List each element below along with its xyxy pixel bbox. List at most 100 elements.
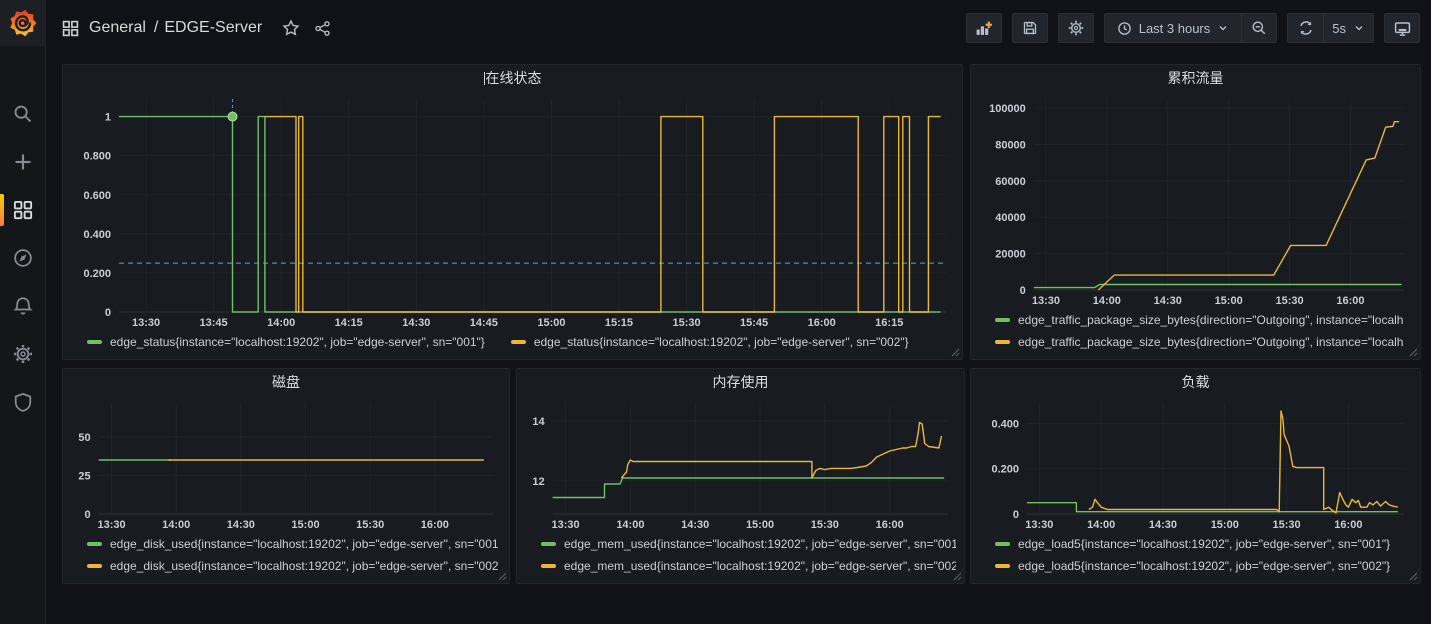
legend-label: edge_status{instance="localhost:19202", … xyxy=(534,335,909,349)
save-icon xyxy=(1022,20,1038,36)
svg-text:13:30: 13:30 xyxy=(97,519,125,531)
svg-text:14:45: 14:45 xyxy=(470,317,498,329)
refresh-button[interactable] xyxy=(1287,13,1323,43)
svg-text:15:30: 15:30 xyxy=(1273,519,1301,531)
svg-text:14:00: 14:00 xyxy=(1087,519,1115,531)
panel-resize-handle[interactable] xyxy=(1409,348,1418,357)
share-dashboard-button[interactable] xyxy=(314,20,331,37)
svg-text:15:30: 15:30 xyxy=(1275,295,1303,307)
legend: edge_traffic_package_size_bytes{directio… xyxy=(979,309,1412,353)
text-cursor xyxy=(484,72,485,85)
svg-text:13:30: 13:30 xyxy=(1025,519,1053,531)
legend-item[interactable]: edge_traffic_package_size_bytes{directio… xyxy=(995,335,1403,349)
panel-title[interactable]: 内存使用 xyxy=(525,369,956,395)
svg-text:13:30: 13:30 xyxy=(1032,295,1060,307)
svg-text:16:00: 16:00 xyxy=(808,317,836,329)
svg-text:15:30: 15:30 xyxy=(672,317,700,329)
panel-title[interactable]: 累积流量 xyxy=(979,65,1412,91)
legend-item[interactable]: edge_status{instance="localhost:19202", … xyxy=(511,335,909,349)
svg-text:16:00: 16:00 xyxy=(421,519,449,531)
svg-text:0.600: 0.600 xyxy=(83,190,111,202)
dashboard-settings-button[interactable] xyxy=(1058,13,1094,43)
svg-text:16:00: 16:00 xyxy=(1334,519,1362,531)
sidebar-item-alerting[interactable] xyxy=(0,282,45,330)
panel-title[interactable]: 负载 xyxy=(979,369,1412,395)
svg-text:14:00: 14:00 xyxy=(267,317,295,329)
grafana-app: General / EDGE-Server xyxy=(0,0,1431,624)
legend-item[interactable]: edge_disk_used{instance="localhost:19202… xyxy=(87,537,499,551)
timeseries-chart[interactable]: 13:3014:0014:3015:0015:3016:0000.2000.40… xyxy=(979,395,1412,533)
zoom-out-time-button[interactable] xyxy=(1241,13,1277,43)
svg-text:50: 50 xyxy=(78,432,90,444)
svg-text:15:00: 15:00 xyxy=(746,519,774,531)
legend: edge_status{instance="localhost:19202", … xyxy=(71,331,954,353)
panel-resize-handle[interactable] xyxy=(953,572,962,581)
legend-label: edge_disk_used{instance="localhost:19202… xyxy=(110,559,499,573)
series-color-swatch xyxy=(541,564,556,568)
sidebar-item-search[interactable] xyxy=(0,90,45,138)
panel-resize-handle[interactable] xyxy=(1409,572,1418,581)
legend-label: edge_traffic_package_size_bytes{directio… xyxy=(1018,335,1403,349)
svg-text:16:00: 16:00 xyxy=(876,519,904,531)
series-color-swatch xyxy=(995,564,1010,568)
legend-item[interactable]: edge_status{instance="localhost:19202", … xyxy=(87,335,485,349)
svg-text:15:00: 15:00 xyxy=(291,519,319,531)
legend-label: edge_disk_used{instance="localhost:19202… xyxy=(110,537,499,551)
time-range-picker[interactable]: Last 3 hours xyxy=(1104,13,1242,43)
refresh-group: 5s xyxy=(1287,13,1374,43)
panel-title[interactable]: 在线状态 xyxy=(71,65,954,91)
svg-text:13:45: 13:45 xyxy=(200,317,228,329)
panel-online-status: 在线状态 13:3013:4514:0014:1514:3014:4515:00… xyxy=(62,64,963,360)
active-indicator xyxy=(0,194,4,226)
legend-label: edge_load5{instance="localhost:19202", j… xyxy=(1018,559,1390,573)
series-color-swatch xyxy=(87,564,102,568)
refresh-icon xyxy=(1298,20,1314,36)
refresh-interval-picker[interactable]: 5s xyxy=(1323,13,1374,43)
svg-text:0: 0 xyxy=(84,509,90,521)
clock-icon xyxy=(1117,21,1132,36)
legend-label: edge_status{instance="localhost:19202", … xyxy=(110,335,485,349)
legend-item[interactable]: edge_mem_used{instance="localhost:19202"… xyxy=(541,537,956,551)
monitor-icon xyxy=(1394,20,1411,37)
legend: edge_disk_used{instance="localhost:19202… xyxy=(71,533,501,577)
add-panel-button[interactable] xyxy=(966,13,1002,43)
svg-text:14:15: 14:15 xyxy=(335,317,363,329)
timeseries-chart[interactable]: 13:3014:0014:3015:0015:3016:0002550 xyxy=(71,395,501,533)
cycle-view-mode-button[interactable] xyxy=(1384,13,1420,43)
grafana-logo[interactable] xyxy=(0,0,46,46)
svg-text:20000: 20000 xyxy=(995,249,1026,261)
time-range-label: Last 3 hours xyxy=(1139,21,1211,36)
svg-text:40000: 40000 xyxy=(995,212,1026,224)
legend-item[interactable]: edge_load5{instance="localhost:19202", j… xyxy=(995,559,1390,573)
legend-item[interactable]: edge_disk_used{instance="localhost:19202… xyxy=(87,559,499,573)
timeseries-chart[interactable]: 13:3014:0014:3015:0015:3016:000200004000… xyxy=(979,91,1412,309)
series-color-swatch xyxy=(995,340,1010,344)
sidebar-item-dashboards[interactable] xyxy=(0,186,45,234)
save-dashboard-button[interactable] xyxy=(1012,13,1048,43)
panel-resize-handle[interactable] xyxy=(951,348,960,357)
legend-item[interactable]: edge_load5{instance="localhost:19202", j… xyxy=(995,537,1390,551)
series-color-swatch xyxy=(995,318,1010,322)
svg-text:60000: 60000 xyxy=(995,176,1026,188)
sidebar-item-server-admin[interactable] xyxy=(0,378,45,426)
timeseries-chart[interactable]: 13:3013:4514:0014:1514:3014:4515:0015:15… xyxy=(71,91,954,331)
top-nav: General / EDGE-Server xyxy=(46,0,1431,56)
legend-item[interactable]: edge_mem_used{instance="localhost:19202"… xyxy=(541,559,956,573)
svg-text:0.200: 0.200 xyxy=(991,464,1019,476)
svg-text:0.200: 0.200 xyxy=(83,268,111,280)
series-color-swatch xyxy=(995,542,1010,546)
breadcrumb-dashboard-title[interactable]: EDGE-Server xyxy=(164,19,262,37)
star-dashboard-button[interactable] xyxy=(282,19,300,37)
panel-resize-handle[interactable] xyxy=(498,572,507,581)
sidebar-item-configuration[interactable] xyxy=(0,330,45,378)
timeseries-chart[interactable]: 13:3014:0014:3015:0015:3016:001214 xyxy=(525,395,956,533)
sidebar-item-explore[interactable] xyxy=(0,234,45,282)
dashboard-grid-icon xyxy=(62,20,79,37)
legend-item[interactable]: edge_traffic_package_size_bytes{directio… xyxy=(995,313,1403,327)
svg-text:15:30: 15:30 xyxy=(356,519,384,531)
svg-text:80000: 80000 xyxy=(995,139,1026,151)
legend: edge_mem_used{instance="localhost:19202"… xyxy=(525,533,956,577)
panel-title[interactable]: 磁盘 xyxy=(71,369,501,395)
breadcrumb-folder[interactable]: General xyxy=(89,19,146,37)
sidebar-item-create[interactable] xyxy=(0,138,45,186)
